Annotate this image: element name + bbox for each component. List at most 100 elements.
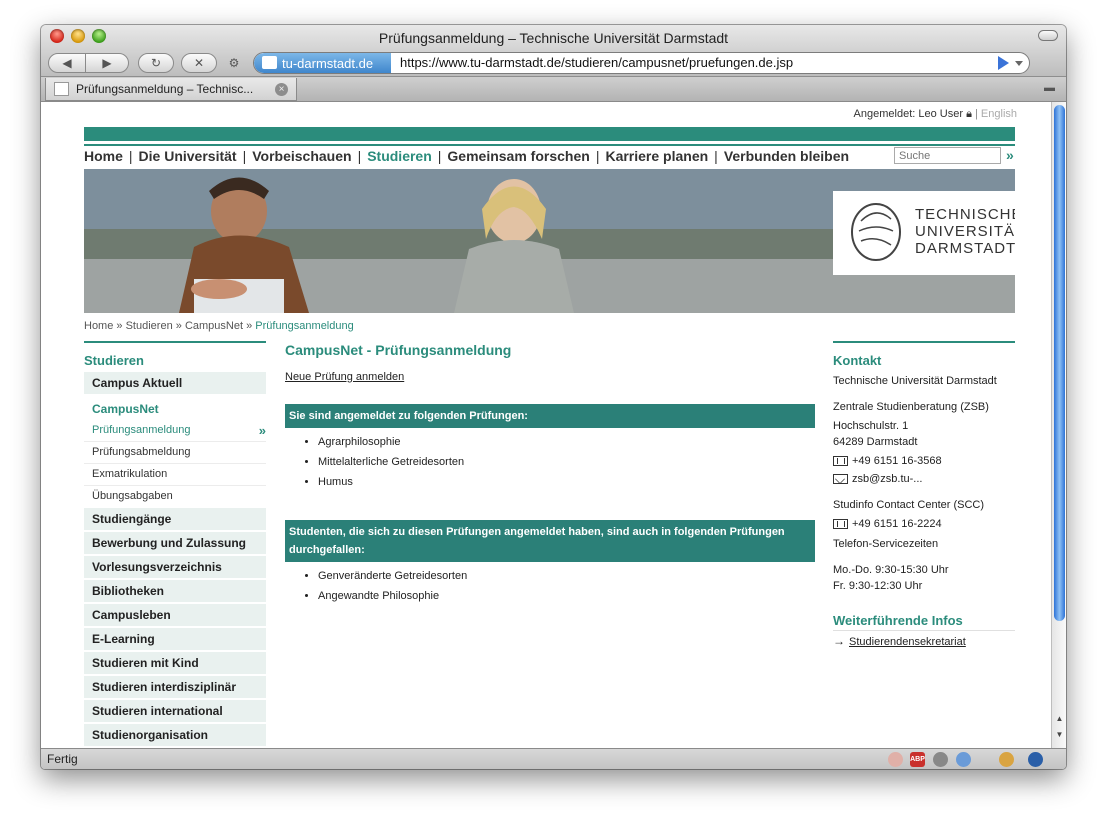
- site-identity-label: tu-darmstadt.de: [282, 55, 374, 71]
- nav-separator: |: [437, 148, 442, 164]
- lock-icon: 🔒︎: [966, 108, 972, 120]
- scroll-down-icon[interactable]: ▼: [1054, 730, 1065, 739]
- right-sidebar: Kontakt Technische Universität Darmstadt…: [833, 341, 1015, 648]
- address-bar[interactable]: tu-darmstadt.de https://www.tu-darmstadt…: [253, 52, 1030, 74]
- skype-icon[interactable]: [1028, 752, 1043, 767]
- nav-separator: |: [595, 148, 600, 164]
- phone-number: +49 6151 16-2224: [852, 518, 942, 530]
- logo-wordmark: TECHNISCHE UNIVERSITÄT DARMSTADT: [915, 206, 1015, 257]
- sidebar-item-campusnet[interactable]: CampusNet: [84, 396, 266, 420]
- contact-scc: Studinfo Contact Center (SCC): [833, 499, 985, 511]
- sidebar-subitem-uebungsabgaben[interactable]: Übungsabgaben: [84, 486, 266, 508]
- forward-button[interactable]: ▶: [85, 53, 129, 73]
- title-bar: Prüfungsanmeldung – Technische Universit…: [41, 25, 1066, 77]
- tab-list-icon[interactable]: ▬: [1044, 82, 1060, 96]
- chevron-down-icon[interactable]: [1015, 61, 1023, 66]
- sidebar-item-bewerbung[interactable]: Bewerbung und Zulassung: [84, 532, 266, 556]
- sidebar-item-vorlesungsverzeichnis[interactable]: Vorlesungsverzeichnis: [84, 556, 266, 580]
- sidebar-item-campus-aktuell[interactable]: Campus Aktuell: [84, 372, 266, 396]
- nav-home[interactable]: Home: [84, 148, 123, 164]
- sidebar-item-campusleben[interactable]: Campusleben: [84, 604, 266, 628]
- sidebar-title[interactable]: Studieren: [84, 341, 266, 372]
- reload-icon: ↻: [150, 56, 162, 70]
- language-link-english[interactable]: English: [981, 108, 1017, 120]
- breadcrumb-separator: »: [175, 320, 182, 332]
- studierendensekretariat-link[interactable]: → Studierendensekretariat: [833, 634, 1015, 648]
- stop-button[interactable]: ✕: [181, 53, 217, 73]
- service-hours-2: Fr. 9:30-12:30 Uhr: [833, 580, 923, 592]
- nav-karriere-planen[interactable]: Karriere planen: [605, 148, 708, 164]
- search-go-icon[interactable]: »: [1006, 147, 1014, 163]
- breadcrumb-current: Prüfungsanmeldung: [255, 320, 354, 332]
- tab-pruefungsanmeldung[interactable]: Prüfungsanmeldung – Technisc... ×: [45, 78, 297, 101]
- sidebar-item-interdisziplinaer[interactable]: Studieren interdisziplinär: [84, 676, 266, 700]
- page-title: CampusNet - Prüfungsanmeldung: [285, 342, 512, 358]
- tab-label: Prüfungsanmeldung – Technisc...: [76, 82, 254, 96]
- url-text[interactable]: https://www.tu-darmstadt.de/studieren/ca…: [400, 55, 793, 70]
- more-info-title: Weiterführende Infos: [833, 613, 1015, 631]
- greasemonkey-icon[interactable]: [999, 752, 1014, 767]
- breadcrumb-campusnet[interactable]: CampusNet: [185, 320, 243, 332]
- toolbar-toggle-button[interactable]: [1038, 30, 1058, 41]
- settings-button[interactable]: ⚙: [224, 53, 244, 73]
- gear-icon: ⚙: [228, 56, 240, 70]
- phone-number: +49 6151 16-3568: [852, 455, 942, 467]
- eye-icon[interactable]: [933, 752, 948, 767]
- status-bar: Fertig ABP: [41, 748, 1066, 769]
- service-hours-title: Telefon-Servicezeiten: [833, 538, 939, 550]
- search-input[interactable]: [894, 147, 1001, 164]
- go-arrow-icon[interactable]: [998, 56, 1009, 70]
- contact-city: 64289 Darmstadt: [833, 436, 918, 448]
- sidebar-item-bibliotheken[interactable]: Bibliotheken: [84, 580, 266, 604]
- login-status: Angemeldet: Leo User 🔒︎ | English: [854, 108, 1017, 121]
- separator: |: [975, 108, 978, 120]
- scrollbar-thumb[interactable]: [1054, 105, 1065, 621]
- sidebar-subitem-pruefungsabmeldung[interactable]: Prüfungsabmeldung: [84, 442, 266, 464]
- breadcrumb-home[interactable]: Home: [84, 320, 113, 332]
- extension-icon[interactable]: [956, 752, 971, 767]
- phone-icon: [833, 519, 848, 530]
- user-name[interactable]: Leo User: [918, 108, 963, 120]
- tu-logo[interactable]: TECHNISCHE UNIVERSITÄT DARMSTADT: [833, 191, 1015, 275]
- scroll-up-icon[interactable]: ▲: [1054, 714, 1065, 723]
- sidebar-subitem-exmatrikulation[interactable]: Exmatrikulation: [84, 464, 266, 486]
- header-image: TECHNISCHE UNIVERSITÄT DARMSTADT: [84, 169, 1015, 313]
- contact-street: Hochschulstr. 1: [833, 420, 909, 432]
- adblock-icon[interactable]: ABP: [910, 752, 925, 767]
- nav-gemeinsam-forschen[interactable]: Gemeinsam forschen: [447, 148, 589, 164]
- breadcrumb: Home » Studieren » CampusNet » Prüfungsa…: [84, 320, 354, 332]
- new-exam-registration-link[interactable]: Neue Prüfung anmelden: [285, 371, 815, 383]
- vertical-scrollbar[interactable]: ▲ ▼: [1051, 102, 1066, 748]
- nav-verbunden-bleiben[interactable]: Verbunden bleiben: [724, 148, 849, 164]
- email-address[interactable]: zsb@zsb.tu-...: [852, 473, 922, 485]
- arrow-right-icon: →: [833, 634, 845, 648]
- registered-exams-header: Sie sind angemeldet zu folgenden Prüfung…: [285, 404, 815, 428]
- nav-separator: |: [128, 148, 133, 164]
- status-text: Fertig: [47, 752, 78, 766]
- breadcrumb-studieren[interactable]: Studieren: [126, 320, 173, 332]
- failed-exams-header: Studenten, die sich zu diesen Prüfungen …: [285, 520, 815, 562]
- nav-vorbeischauen[interactable]: Vorbeischauen: [252, 148, 351, 164]
- nav-studieren[interactable]: Studieren: [367, 148, 432, 164]
- back-button[interactable]: ◀: [48, 53, 86, 73]
- stop-icon: ✕: [193, 56, 205, 70]
- sidebar-item-studieren-mit-kind[interactable]: Studieren mit Kind: [84, 652, 266, 676]
- close-tab-icon[interactable]: ×: [275, 83, 288, 96]
- mail-icon: [833, 474, 848, 485]
- sidebar-item-e-learning[interactable]: E-Learning: [84, 628, 266, 652]
- logo-line-1: TECHNISCHE: [915, 206, 1015, 223]
- addon-icon[interactable]: [888, 752, 903, 767]
- back-icon: ◀: [62, 56, 72, 70]
- sidebar-subitem-pruefungsanmeldung[interactable]: Prüfungsanmeldung »: [84, 420, 266, 442]
- sidebar-item-studiengaenge[interactable]: Studiengänge: [84, 508, 266, 532]
- list-item: Genveränderte Getreidesorten: [318, 570, 815, 590]
- sidebar-item-international[interactable]: Studieren international: [84, 700, 266, 724]
- site-identity-button[interactable]: tu-darmstadt.de: [254, 53, 391, 73]
- sidebar-item-studienorganisation[interactable]: Studienorganisation: [84, 724, 266, 748]
- breadcrumb-separator: »: [246, 320, 253, 332]
- site-favicon-icon: [262, 56, 277, 69]
- header-bar: [84, 127, 1015, 141]
- nav-die-universitaet[interactable]: Die Universität: [139, 148, 237, 164]
- login-label: Angemeldet:: [853, 108, 916, 120]
- reload-button[interactable]: ↻: [138, 53, 174, 73]
